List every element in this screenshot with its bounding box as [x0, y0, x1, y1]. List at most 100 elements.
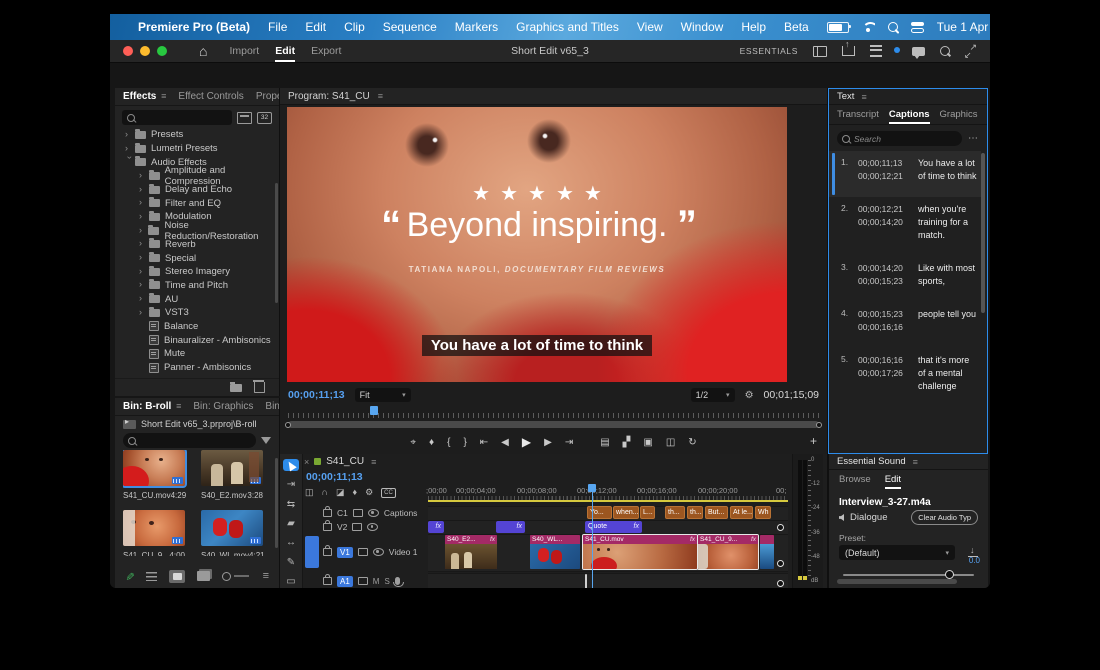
video-clip[interactable] [760, 535, 774, 569]
tree-chevron-icon[interactable]: › [125, 156, 135, 166]
battery-icon[interactable] [826, 21, 851, 33]
effects-tree-item[interactable]: › Lumetri Presets [115, 142, 279, 156]
tree-chevron-icon[interactable]: › [125, 129, 135, 139]
new-custom-bin-icon[interactable] [237, 111, 252, 124]
track-visibility-eye-icon[interactable] [367, 509, 379, 517]
clip-thumbnail[interactable] [201, 450, 263, 486]
app-menu[interactable]: Premiere Pro (Beta) [138, 20, 250, 34]
lock-icon[interactable] [323, 506, 332, 517]
caption-clip[interactable]: th... [665, 506, 685, 519]
close-window-button[interactable] [123, 46, 133, 56]
timeline-toolbar-icon[interactable]: ◫ [305, 487, 314, 498]
caption-text[interactable]: You have a lot of time to think [918, 157, 977, 183]
timeline-playhead[interactable] [588, 484, 596, 588]
effects-tree-item[interactable]: › VST3 [115, 306, 279, 320]
track-target-badge[interactable]: V1 [337, 546, 353, 558]
fullscreen-icon[interactable] [964, 42, 977, 61]
text-panel-tab[interactable]: Graphics [940, 109, 978, 120]
tree-chevron-icon[interactable]: › [125, 143, 135, 153]
bin-clip-item[interactable]: S40_E2.mov 3:28 [201, 450, 263, 500]
effects-search-input[interactable] [122, 110, 232, 125]
panel-menu-icon[interactable]: ≡ [913, 457, 918, 467]
panel-menu-icon[interactable]: ≡ [861, 92, 866, 102]
share-export-icon[interactable] [842, 39, 855, 56]
caption-list-item[interactable]: 5. 00;00;16;16 00;00;17;26 that it's more… [829, 348, 981, 407]
caption-clip[interactable]: At le... [730, 506, 753, 519]
essential-sound-tab[interactable]: Edit [884, 474, 902, 489]
tree-chevron-icon[interactable]: › [139, 293, 149, 303]
effects-tree-item[interactable]: Balance [115, 320, 279, 334]
spotlight-search-icon[interactable] [887, 22, 898, 32]
effects-tree-item[interactable]: › Noise Reduction/Restoration [115, 220, 279, 242]
essential-sound-scrollbar[interactable] [837, 579, 957, 584]
more-options-icon[interactable]: ⋯ [968, 133, 979, 144]
transport-button[interactable]: ◀ [501, 437, 509, 448]
video-clip[interactable]: S41_CU.mov fx [583, 535, 697, 569]
tool-button[interactable] [283, 459, 299, 472]
caption-list-item[interactable]: 1. 00;00;11;13 00;00;12;21 You have a lot… [829, 151, 981, 197]
quick-search-icon[interactable] [940, 46, 950, 56]
menu-item[interactable]: Markers [455, 20, 498, 34]
effects-tree-item[interactable]: › Presets [115, 128, 279, 142]
text-panel-title[interactable]: Text [837, 91, 854, 102]
caption-text[interactable]: when you're training for a match. [918, 203, 977, 242]
menu-item[interactable]: Sequence [383, 20, 437, 34]
playback-resolution-dropdown[interactable]: 1/2 ▾ [690, 388, 735, 402]
effects-tree-item[interactable]: Mute [115, 347, 279, 361]
tab-bin-broll[interactable]: Bin: B-roll ≡ [123, 401, 181, 412]
tree-chevron-icon[interactable]: › [139, 279, 149, 289]
filter-icon[interactable] [261, 437, 271, 444]
lock-icon[interactable] [323, 545, 332, 556]
program-playhead[interactable] [370, 406, 378, 415]
tool-button[interactable]: ↔ [283, 537, 299, 549]
preset-dropdown[interactable]: (Default) ▾ [839, 545, 955, 560]
button-editor-plus-icon[interactable]: + [810, 434, 817, 448]
essential-sound-tab[interactable]: Browse [839, 474, 871, 489]
lock-icon[interactable] [323, 574, 332, 585]
panel-menu-icon[interactable]: ≡ [161, 91, 166, 101]
tree-chevron-icon[interactable]: › [139, 252, 149, 262]
effects-tree-item[interactable]: › Stereo Imagery [115, 265, 279, 279]
transport-button[interactable]: ♦ [429, 437, 434, 448]
menu-clock[interactable]: Tue 1 Apr 9:41 AM [937, 20, 990, 34]
tab-properties[interactable]: Propertie [256, 91, 279, 102]
bin-clip-item[interactable]: S41_CU.mov 4:29 [123, 450, 187, 500]
control-center-icon[interactable] [910, 21, 924, 33]
caption-list-item[interactable]: 4. 00;00;15;23 00;00;16;16 people tell yo… [829, 302, 981, 348]
a1-track-header[interactable]: A1 M S [303, 573, 428, 588]
comments-icon[interactable] [912, 46, 925, 59]
timeline-ruler[interactable]: ;00;00 00;00;04;00 00;00;08;00 00;00;12;00 0… [426, 484, 788, 500]
solo-button[interactable]: S [384, 577, 389, 586]
panel-menu-icon[interactable]: ≡ [378, 91, 383, 101]
caption-text[interactable]: Like with most sports, [918, 262, 977, 288]
clear-audio-type-button[interactable]: Clear Audio Typ [911, 510, 978, 525]
tree-chevron-icon[interactable]: › [139, 307, 149, 317]
transport-button[interactable]: ▣ [643, 437, 652, 448]
timeline-toolbar-icon[interactable]: ⚙ [365, 487, 373, 498]
caption-clip[interactable]: Yo... [587, 506, 612, 519]
transport-button[interactable]: ◫ [666, 437, 675, 448]
slider-knob[interactable] [945, 570, 955, 579]
wifi-icon[interactable] [862, 22, 875, 32]
caption-clip[interactable]: But... [705, 506, 728, 519]
effects-tree-item[interactable]: Binauralizer - Ambisonics [115, 333, 279, 347]
essential-sound-title[interactable]: Essential Sound [837, 456, 906, 467]
bin-search-input[interactable] [123, 433, 256, 448]
program-video-frame[interactable]: ★★★★★ “ Beyond inspiring. ” TATIANA NAPO… [287, 107, 787, 382]
tab-effects[interactable]: Effects ≡ [123, 91, 166, 102]
tool-button[interactable]: ▰ [283, 517, 299, 529]
menu-item[interactable]: Edit [305, 20, 326, 34]
workspace-label[interactable]: ESSENTIALS [740, 46, 798, 56]
list-view-icon[interactable] [146, 571, 158, 581]
sync-lock-icon[interactable] [352, 523, 363, 531]
timeline-toolbar-icon[interactable]: ◪ [336, 487, 345, 498]
effects-scrollbar[interactable] [275, 183, 278, 303]
tab-bin-graphics[interactable]: Bin: Graphics [193, 401, 253, 412]
bin-breadcrumb[interactable]: Short Edit v65_3.prproj\B-roll [115, 416, 279, 432]
timeline-toolbar-icon[interactable]: ∩ [322, 487, 328, 498]
menu-item[interactable]: Clip [344, 20, 365, 34]
tool-button[interactable]: ▭ [283, 576, 299, 588]
clip-thumbnail[interactable] [123, 450, 187, 488]
mode-tab[interactable]: Export [311, 41, 341, 62]
timeline-toolbar-icon[interactable]: ♦ [353, 487, 358, 498]
